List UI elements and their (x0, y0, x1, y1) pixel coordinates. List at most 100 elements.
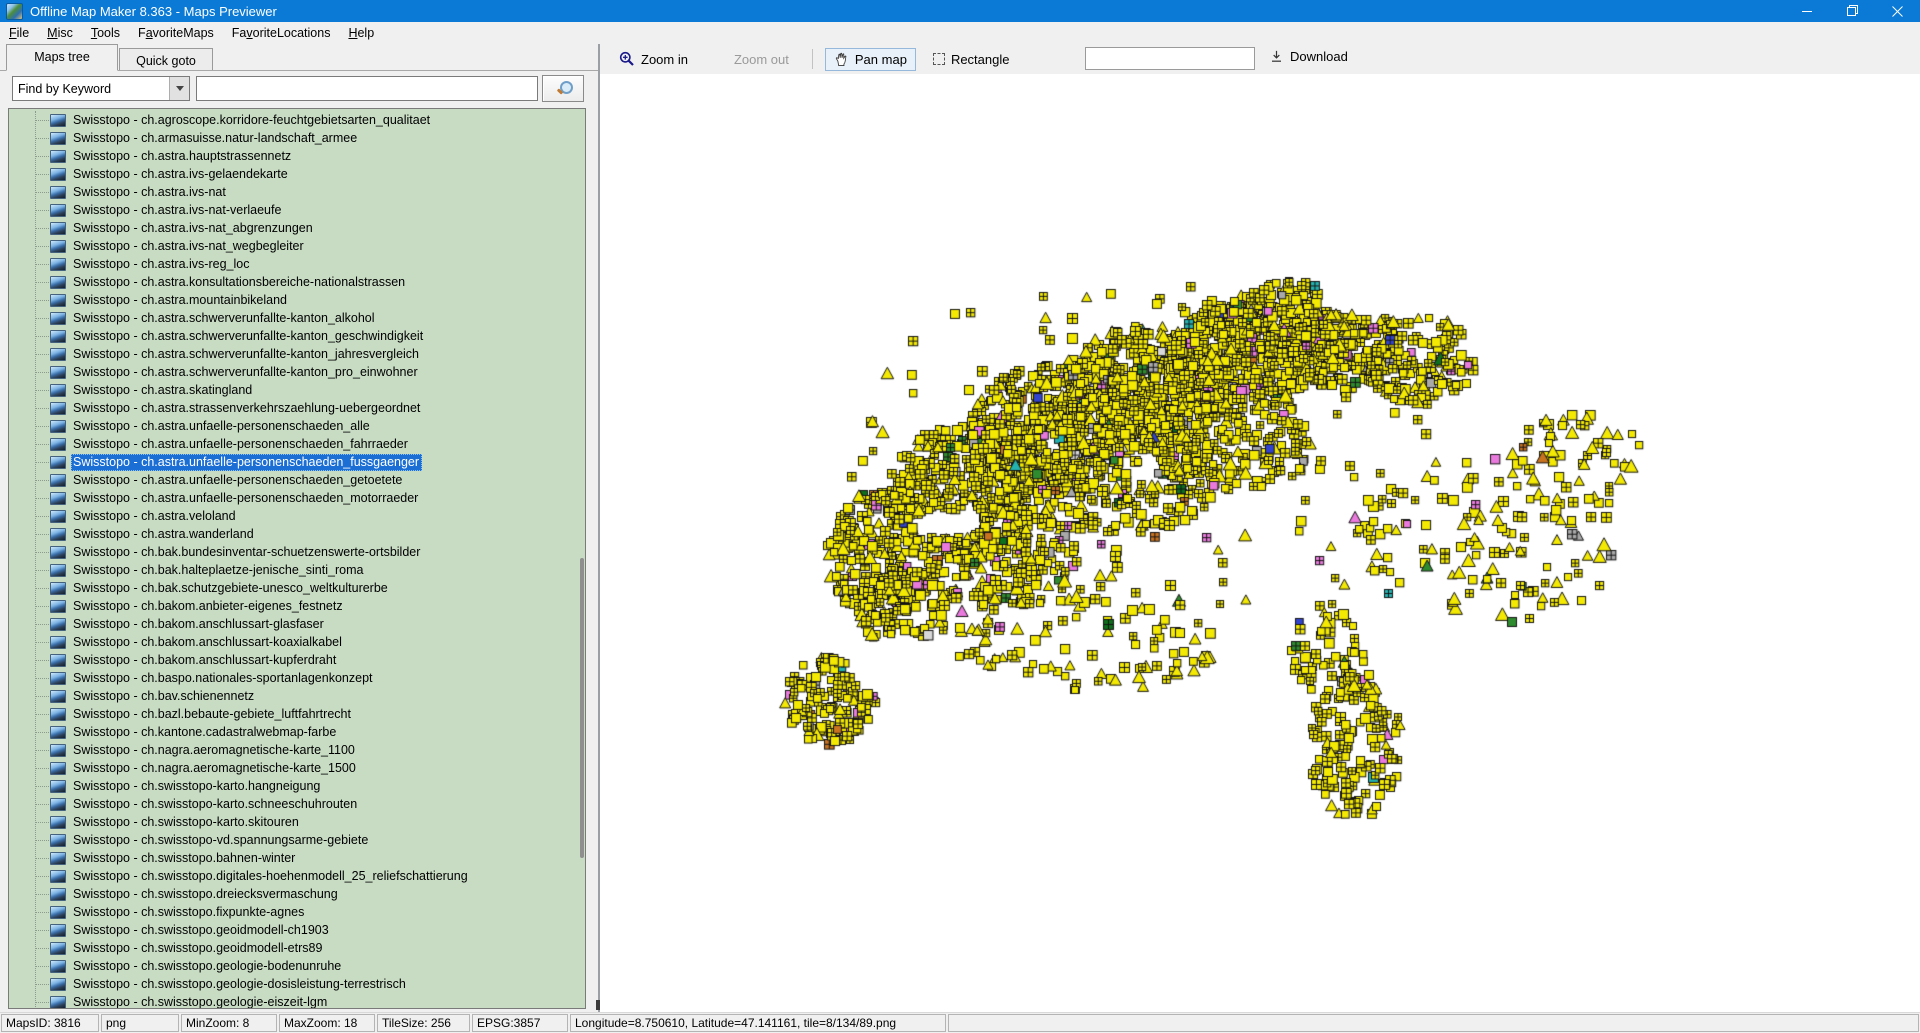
tree-item-label: Swisstopo - ch.astra.ivs-nat-verlaeufe (73, 202, 282, 217)
tree-item[interactable]: Swisstopo - ch.nagra.aeromagnetische-kar… (9, 741, 585, 759)
tree-scrollbar-thumb[interactable] (580, 558, 584, 858)
tree-item[interactable]: Swisstopo - ch.swisstopo.geologie-eiszei… (9, 993, 585, 1008)
search-input[interactable] (196, 76, 538, 101)
tree-item[interactable]: Swisstopo - ch.swisstopo.geologie-dosisl… (9, 975, 585, 993)
tree-item[interactable]: Swisstopo - ch.astra.ivs-nat-verlaeufe (9, 201, 585, 219)
tree-item[interactable]: Swisstopo - ch.bazl.bebaute-gebiete_luft… (9, 705, 585, 723)
menu-item-favoritemaps[interactable]: FavoriteMaps (129, 23, 223, 43)
map-viewport[interactable] (600, 74, 1920, 1012)
tree-item[interactable]: Swisstopo - ch.swisstopo.geoidmodell-etr… (9, 939, 585, 957)
tree-item[interactable]: Swisstopo - ch.armasuisse.natur-landscha… (9, 129, 585, 147)
tree-item[interactable]: Swisstopo - ch.astra.unfaelle-personensc… (9, 417, 585, 435)
tree-item[interactable]: Swisstopo - ch.bak.halteplaetze-jenische… (9, 561, 585, 579)
tree-item[interactable]: Swisstopo - ch.agroscope.korridore-feuch… (9, 111, 585, 129)
tree-connector (36, 245, 49, 247)
tree-item[interactable]: Swisstopo - ch.astra.ivs-gelaendekarte (9, 165, 585, 183)
tree-item[interactable]: Swisstopo - ch.bakom.anschlussart-glasfa… (9, 615, 585, 633)
download-button[interactable]: Download (1260, 45, 1357, 68)
restore-button[interactable] (1830, 0, 1875, 22)
menu-item-misc[interactable]: Misc (38, 23, 82, 43)
tree-item[interactable]: Swisstopo - ch.astra.unfaelle-personensc… (9, 489, 585, 507)
tree-item-label: Swisstopo - ch.swisstopo-vd.spannungsarm… (73, 832, 369, 847)
tree-item[interactable]: Swisstopo - ch.bav.schienennetz (9, 687, 585, 705)
tree-item[interactable]: Swisstopo - ch.astra.skatingland (9, 381, 585, 399)
tree-item-label: Swisstopo - ch.astra.schwerverunfallte-k… (73, 328, 424, 343)
tree-item[interactable]: Swisstopo - ch.swisstopo-karto.hangneigu… (9, 777, 585, 795)
tree-connector (36, 857, 49, 859)
tree-item[interactable]: Swisstopo - ch.astra.ivs-reg_loc (9, 255, 585, 273)
tree-item[interactable]: Swisstopo - ch.astra.veloland (9, 507, 585, 525)
tree-item[interactable]: Swisstopo - ch.astra.schwerverunfallte-k… (9, 327, 585, 345)
rectangle-button[interactable]: Rectangle (924, 48, 1019, 71)
tree-connector (36, 371, 49, 373)
tree-item[interactable]: Swisstopo - ch.astra.unfaelle-personensc… (9, 435, 585, 453)
tree-item[interactable]: Swisstopo - ch.astra.unfaelle-personensc… (9, 471, 585, 489)
tree-item-label: Swisstopo - ch.bav.schienennetz (73, 688, 255, 703)
tree-item[interactable]: Swisstopo - ch.astra.hauptstrassennetz (9, 147, 585, 165)
tree-item[interactable]: Swisstopo - ch.astra.schwerverunfallte-k… (9, 309, 585, 327)
map-layer-icon (50, 383, 66, 397)
tree-connector (36, 1001, 49, 1003)
tree-connector (36, 749, 49, 751)
tree-item[interactable]: Swisstopo - ch.swisstopo.bahnen-winter (9, 849, 585, 867)
tree-item[interactable]: Swisstopo - ch.bakom.anschlussart-koaxia… (9, 633, 585, 651)
tree-connector (36, 605, 49, 607)
tree-item-label: Swisstopo - ch.bakom.anschlussart-kupfer… (73, 652, 337, 667)
tree-item[interactable]: Swisstopo - ch.baspo.nationales-sportanl… (9, 669, 585, 687)
tree-item[interactable]: Swisstopo - ch.swisstopo.geologie-bodenu… (9, 957, 585, 975)
menu-item-help[interactable]: Help (339, 23, 383, 43)
tree-item[interactable]: Swisstopo - ch.astra.konsultationsbereic… (9, 273, 585, 291)
tree-connector (36, 281, 49, 283)
map-layer-icon (50, 887, 66, 901)
tree-item[interactable]: Swisstopo - ch.astra.wanderland (9, 525, 585, 543)
minimize-button[interactable] (1785, 0, 1830, 22)
tree-item[interactable]: Swisstopo - ch.swisstopo-karto.skitouren (9, 813, 585, 831)
tree-connector (36, 263, 49, 265)
tree-item[interactable]: Swisstopo - ch.astra.schwerverunfallte-k… (9, 363, 585, 381)
tree-item[interactable]: Swisstopo - ch.swisstopo.geoidmodell-ch1… (9, 921, 585, 939)
tree-item[interactable]: Swisstopo - ch.astra.schwerverunfallte-k… (9, 345, 585, 363)
tree-item[interactable]: Swisstopo - ch.astra.ivs-nat (9, 183, 585, 201)
tree-item[interactable]: Swisstopo - ch.astra.mountainbikeland (9, 291, 585, 309)
close-button[interactable] (1875, 0, 1920, 22)
tree-item[interactable]: Swisstopo - ch.bakom.anbieter-eigenes_fe… (9, 597, 585, 615)
coordinate-input[interactable] (1085, 47, 1255, 70)
tree-item[interactable]: Swisstopo - ch.bak.bundesinventar-schuet… (9, 543, 585, 561)
map-layer-icon (50, 365, 66, 379)
tree-item[interactable]: Swisstopo - ch.kantone.cadastralwebmap-f… (9, 723, 585, 741)
tree-connector (36, 191, 49, 193)
search-button[interactable] (542, 75, 584, 102)
tree-item[interactable]: Swisstopo - ch.astra.ivs-nat_abgrenzunge… (9, 219, 585, 237)
status-bar: MapsID: 3816 png MinZoom: 8 MaxZoom: 18 Tile… (0, 1012, 1920, 1033)
tree-item[interactable]: Swisstopo - ch.swisstopo-karto.schneesch… (9, 795, 585, 813)
tree-connector (36, 947, 49, 949)
tree-item[interactable]: Swisstopo - ch.astra.ivs-nat_wegbegleite… (9, 237, 585, 255)
tree-item-label: Swisstopo - ch.agroscope.korridore-feuch… (73, 112, 431, 127)
tree-item-label: Swisstopo - ch.swisstopo.geologie-bodenu… (73, 958, 342, 973)
tree-item[interactable]: Swisstopo - ch.swisstopo-vd.spannungsarm… (9, 831, 585, 849)
pan-map-button[interactable]: Pan map (824, 47, 916, 71)
map-layer-icon (50, 419, 66, 433)
tree-connector (36, 353, 49, 355)
tree-connector (36, 875, 49, 877)
tree-item[interactable]: Swisstopo - ch.swisstopo.fixpunkte-agnes (9, 903, 585, 921)
menu-item-favoritelocations[interactable]: FavoriteLocations (223, 23, 340, 43)
combo-dropdown-button[interactable] (169, 77, 189, 100)
tree-item[interactable]: Swisstopo - ch.bakom.anschlussart-kupfer… (9, 651, 585, 669)
tree-item-label: Swisstopo - ch.bak.bundesinventar-schuet… (73, 544, 421, 559)
tree-item[interactable]: Swisstopo - ch.swisstopo.dreiecksvermasc… (9, 885, 585, 903)
tree-item[interactable]: Swisstopo - ch.swisstopo.digitales-hoehe… (9, 867, 585, 885)
tree-item[interactable]: Swisstopo - ch.bak.schutzgebiete-unesco_… (9, 579, 585, 597)
tab-maps-tree[interactable]: Maps tree (6, 44, 118, 71)
menu-item-tools[interactable]: Tools (82, 23, 129, 43)
tree-connector (36, 641, 49, 643)
tree-item[interactable]: Swisstopo - ch.astra.unfaelle-personensc… (9, 453, 585, 471)
tree-item[interactable]: Swisstopo - ch.astra.strassenverkehrszae… (9, 399, 585, 417)
menu-item-file[interactable]: File (0, 23, 38, 43)
tree-item[interactable]: Swisstopo - ch.nagra.aeromagnetische-kar… (9, 759, 585, 777)
tree-connector (36, 569, 49, 571)
tab-quick-goto[interactable]: Quick goto (119, 48, 213, 70)
find-mode-select[interactable]: Find by Keyword (12, 76, 190, 101)
title-bar: Offline Map Maker 8.363 - Maps Previewer (0, 0, 1920, 22)
zoom-in-button[interactable]: Zoom in (610, 47, 697, 71)
